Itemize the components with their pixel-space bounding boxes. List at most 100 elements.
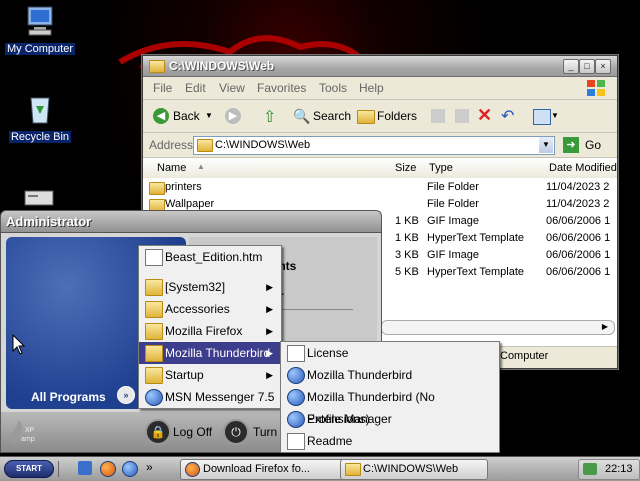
go-arrow-icon[interactable]: ➜ [563, 137, 579, 153]
undo-icon[interactable]: ↶ [501, 106, 514, 126]
folders-button[interactable]: Folders [377, 109, 417, 123]
sort-arrow-icon: ▲ [197, 162, 205, 171]
delete-icon[interactable]: ✕ [477, 105, 492, 126]
power-icon[interactable]: ⏻ [223, 419, 249, 445]
mouse-cursor-icon [12, 334, 26, 355]
horizontal-scrollbar[interactable] [381, 320, 615, 335]
go-button[interactable]: Go [585, 138, 601, 152]
programs-menu-item[interactable]: MSN Messenger 7.5 [139, 386, 281, 408]
file-size: 1 KB [395, 215, 419, 227]
file-date: 06/06/2006 1 [546, 232, 611, 244]
desktop-icon-my-computer[interactable]: My Computer [0, 4, 80, 55]
thunderbird-icon [287, 367, 305, 384]
menu-file[interactable]: File [153, 81, 172, 95]
column-name[interactable]: Name [157, 162, 186, 174]
table-row[interactable]: printers File Folder 11/04/2023 2 [143, 180, 617, 197]
menu-item-label: Profile Manager [307, 412, 392, 426]
lock-icon[interactable]: 🔒 [145, 419, 171, 445]
submenu-arrow-icon: ▶ [266, 326, 273, 336]
desktop-icon-label: Recycle Bin [8, 131, 72, 143]
title-bar[interactable]: C:\WINDOWS\Web _ □ × [143, 56, 617, 77]
menu-tools[interactable]: Tools [319, 81, 347, 95]
firefox-icon[interactable] [100, 461, 116, 477]
msn-messenger-icon [145, 389, 163, 406]
folder-icon [149, 60, 165, 73]
column-type[interactable]: Type [429, 162, 453, 174]
programs-menu-item[interactable]: Accessories ▶ [139, 298, 281, 320]
separator [58, 461, 59, 477]
firefox-icon [185, 462, 200, 477]
file-date: 06/06/2006 1 [546, 215, 611, 227]
svg-text:amp: amp [21, 436, 35, 443]
menu-view[interactable]: View [219, 81, 245, 95]
search-button[interactable]: Search [313, 109, 351, 123]
folder-icon [149, 182, 165, 195]
folder-icon [197, 139, 213, 152]
log-off-button[interactable]: Log Off [173, 425, 212, 439]
column-date-modified[interactable]: Date Modified [549, 162, 617, 174]
thunderbird-menu-item[interactable]: Mozilla Thunderbird [281, 364, 499, 386]
file-date: 11/04/2023 2 [546, 181, 610, 193]
taskbar-button-explorer[interactable]: C:\WINDOWS\Web [340, 459, 488, 480]
address-value: C:\WINDOWS\Web [215, 139, 311, 151]
programs-menu-item[interactable]: Startup ▶ [139, 364, 281, 386]
back-dropdown-icon[interactable]: ▼ [205, 111, 213, 120]
menu-item-label: Beast_Edition.htm [165, 250, 263, 264]
quicklaunch-more-icon[interactable]: » [146, 460, 153, 474]
menu-edit[interactable]: Edit [185, 81, 206, 95]
start-menu-header: Administrator [0, 210, 382, 233]
turn-off-button[interactable]: Turn [253, 425, 277, 439]
thunderbird-menu-item[interactable]: Readme [281, 430, 499, 452]
desktop-icon-recycle-bin[interactable]: Recycle Bin [0, 92, 80, 143]
file-type: GIF Image [427, 249, 479, 261]
menu-help[interactable]: Help [359, 81, 384, 95]
views-icon[interactable] [533, 109, 551, 125]
address-dropdown-icon[interactable]: ▼ [539, 137, 553, 153]
submenu-arrow-icon: ▶ [266, 348, 273, 358]
svg-text:XP: XP [25, 427, 35, 434]
thunderbird-menu-item[interactable]: Profile Manager [281, 408, 499, 430]
system-tray: 22:13 [578, 459, 640, 480]
programs-menu: Beast_Edition.htm [System32] ▶ Accessories ▶… [138, 245, 282, 409]
taskbar-button-firefox[interactable]: Download Firefox fo... [180, 459, 344, 480]
menu-item-label: [System32] [165, 280, 226, 294]
file-size: 5 KB [395, 266, 419, 278]
thunderbird-menu-item[interactable]: License [281, 342, 499, 364]
window-title: C:\WINDOWS\Web [169, 59, 275, 73]
folder-icon [145, 367, 163, 384]
address-input[interactable]: C:\WINDOWS\Web ▼ [193, 136, 555, 155]
scroll-right-icon[interactable]: ▶ [599, 321, 611, 333]
taskbar-button-label: Download Firefox fo... [203, 463, 310, 475]
up-folder-icon[interactable]: ⇧ [263, 107, 276, 127]
start-button[interactable]: START [4, 460, 54, 478]
drive-icon[interactable] [22, 185, 56, 209]
programs-menu-item[interactable]: [System32] ▶ [139, 276, 281, 298]
copy-to-icon[interactable] [455, 109, 469, 123]
file-name: Wallpaper [165, 198, 215, 210]
show-desktop-icon[interactable] [78, 461, 92, 475]
tray-status-icon[interactable] [583, 463, 597, 475]
clock: 22:13 [605, 463, 633, 475]
minimize-button[interactable]: _ [563, 59, 579, 74]
programs-menu-item[interactable]: Mozilla Firefox ▶ [139, 320, 281, 342]
recycle-bin-icon [30, 97, 50, 124]
file-type: GIF Image [427, 215, 479, 227]
forward-button[interactable]: ▶ [225, 108, 241, 124]
back-button[interactable]: Back [173, 109, 200, 123]
close-button[interactable]: × [595, 59, 611, 74]
menu-favorites[interactable]: Favorites [257, 81, 306, 95]
programs-menu-item[interactable]: Mozilla Thunderbird ▶ [139, 342, 281, 364]
thunderbird-quicklaunch-icon[interactable] [122, 461, 138, 477]
menu-item-label: MSN Messenger 7.5 [165, 390, 275, 404]
search-icon: 🔍 [293, 108, 311, 124]
column-header: Name ▲ Size Type Date Modified [143, 158, 617, 179]
move-to-icon[interactable] [431, 109, 445, 123]
thunderbird-menu-item[interactable]: Mozilla Thunderbird (No Extensions) [281, 386, 499, 426]
folder-icon [145, 279, 163, 296]
all-programs-button[interactable]: All Programs » [11, 386, 141, 407]
column-size[interactable]: Size [395, 162, 416, 174]
views-dropdown-icon[interactable]: ▼ [551, 111, 559, 120]
maximize-button[interactable]: □ [579, 59, 595, 74]
menu-item-label: Mozilla Thunderbird [165, 346, 271, 360]
programs-menu-item[interactable]: Beast_Edition.htm [139, 246, 281, 268]
